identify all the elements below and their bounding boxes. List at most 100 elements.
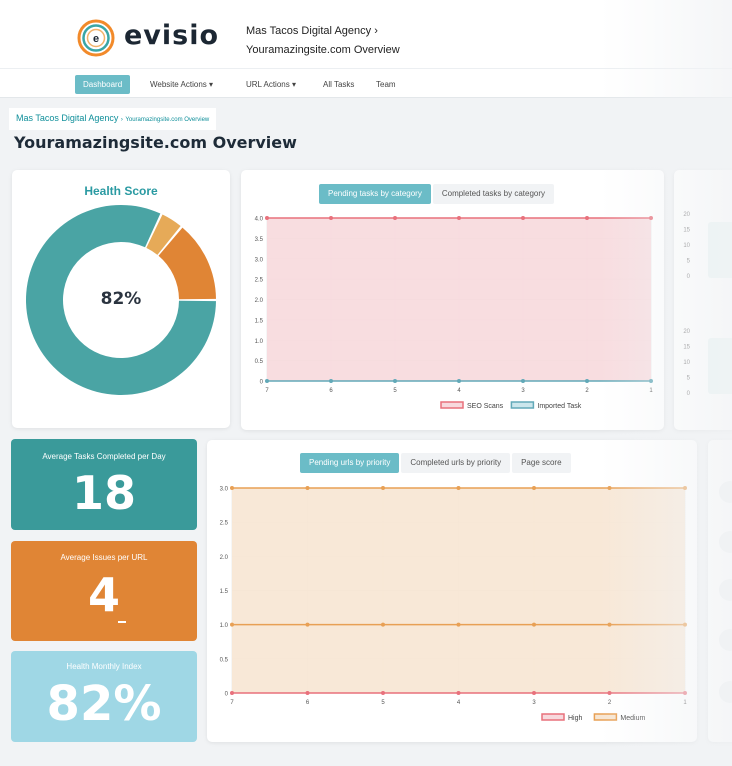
stat-avg-tasks: Average Tasks Completed per Day 18: [11, 439, 197, 530]
nav-dashboard-label: Dashboard: [83, 80, 123, 89]
stat-health-monthly-label: Health Monthly Index: [66, 662, 142, 671]
series-point: [265, 216, 269, 220]
stat-avg-issues: Average Issues per URL 4: [11, 541, 197, 641]
health-score-card: Health Score 82%: [12, 170, 230, 428]
header-site-overview[interactable]: Youramazingsite.com Overview: [246, 41, 400, 60]
series-point: [305, 691, 310, 695]
header-breadcrumb: Mas Tacos Digital Agency › Youramazingsi…: [246, 22, 400, 60]
series-point: [393, 216, 397, 220]
series-point: [381, 486, 385, 490]
partial-bar: [708, 338, 732, 394]
breadcrumb-agency[interactable]: Mas Tacos Digital Agency: [16, 113, 118, 123]
y-tick-label: 4.0: [255, 217, 264, 223]
y-tick-label: 2.5: [220, 521, 229, 527]
series-point: [683, 691, 687, 695]
series-point: [305, 486, 310, 490]
stat-avg-issues-label: Average Issues per URL: [60, 553, 148, 562]
tasks-chart-card: Pending tasks by category Completed task…: [241, 170, 664, 430]
stat-avg-issues-underline: [118, 621, 126, 623]
series-point: [305, 622, 310, 627]
series-point: [521, 379, 525, 383]
legend-label: Imported Task: [537, 403, 581, 410]
partial-y-tick: 20: [683, 329, 690, 335]
series-point: [265, 379, 269, 383]
series-point: [683, 622, 687, 627]
partial-y-tick: 10: [683, 360, 690, 366]
partial-y-tick: 10: [683, 243, 690, 249]
nav-dashboard[interactable]: Dashboard: [75, 75, 131, 94]
nav-team[interactable]: Team: [368, 75, 404, 94]
top-header: e evisio Mas Tacos Digital Agency › Your…: [0, 0, 732, 68]
header-agency-link[interactable]: Mas Tacos Digital Agency: [246, 25, 371, 37]
x-tick-label: 3: [532, 700, 536, 706]
x-tick-label: 3: [521, 388, 525, 394]
series-point: [329, 216, 333, 220]
nav-url-actions[interactable]: URL Actions ▾: [238, 75, 304, 94]
series-point: [607, 622, 612, 627]
x-tick-label: 2: [585, 388, 589, 394]
series-point: [532, 622, 536, 627]
legend-label: SEO Scans: [467, 403, 504, 410]
y-tick-label: 2.5: [255, 278, 264, 284]
x-tick-label: 4: [457, 700, 461, 706]
pending-tasks-chart: 0 0.5 1.0 1.5 2.0 2.5 3.0 3.5 4.0 7 6 5 4 3 2 1 SEO Scan…: [255, 216, 653, 410]
stat-health-monthly: Health Monthly Index 82%: [11, 651, 197, 742]
brand-name: evisio: [124, 20, 220, 51]
partial-list-card: [708, 440, 732, 742]
x-tick-label: 1: [683, 700, 687, 706]
series-point: [607, 691, 612, 695]
legend-label: Medium: [620, 715, 645, 722]
series-point: [381, 691, 385, 695]
partial-list-icons: [719, 481, 732, 703]
x-tick-label: 1: [649, 388, 653, 394]
y-tick-label: 1.5: [255, 318, 264, 324]
breadcrumb: Mas Tacos Digital Agency › Youramazingsi…: [9, 108, 217, 130]
nav-all-tasks[interactable]: All Tasks: [315, 75, 362, 94]
breadcrumb-page[interactable]: Youramazingsite.com Overview: [125, 117, 209, 123]
legend-swatch: [541, 713, 565, 721]
list-avatar-icon: [719, 531, 732, 553]
y-tick-label: 0: [225, 692, 229, 698]
x-tick-label: 6: [306, 700, 310, 706]
health-score-value: 82%: [100, 289, 142, 309]
legend-label: High: [568, 715, 583, 722]
page-title: Youramazingsite.com Overview: [14, 133, 297, 152]
partial-y-tick: 5: [687, 376, 691, 382]
y-tick-label: 0.5: [220, 657, 229, 663]
partial-bar: [708, 222, 732, 278]
series-point: [532, 486, 536, 490]
series-point: [585, 216, 589, 220]
stat-health-monthly-value: 82%: [46, 676, 162, 732]
series-point: [456, 691, 461, 695]
y-tick-label: 3.0: [255, 257, 264, 263]
series-point: [521, 216, 525, 220]
y-tick-label: 0: [260, 380, 264, 386]
chevron-down-icon: ▾: [291, 80, 296, 89]
x-tick-label: 4: [457, 388, 461, 394]
series-point: [456, 486, 461, 490]
list-avatar-icon: [719, 481, 732, 503]
legend-swatch: [440, 401, 464, 409]
partial-y-tick: 0: [687, 274, 691, 280]
partial-y-tick: 5: [687, 259, 691, 265]
list-avatar-icon: [719, 579, 732, 601]
y-tick-label: 1.5: [220, 589, 229, 595]
series-area: [232, 488, 685, 693]
stat-avg-tasks-label: Average Tasks Completed per Day: [42, 452, 166, 461]
header-separator: ›: [374, 25, 378, 37]
evisio-logo[interactable]: e evisio: [76, 18, 226, 58]
nav-url-actions-label: URL Actions: [246, 80, 290, 89]
series-point: [457, 216, 461, 220]
nav-website-actions[interactable]: Website Actions ▾: [142, 75, 221, 94]
partial-y-tick: 0: [687, 391, 691, 397]
y-tick-label: 1.0: [220, 623, 229, 629]
series-point: [230, 622, 234, 627]
legend-swatch: [510, 401, 535, 409]
main-nav: Dashboard Website Actions ▾ URL Actions …: [0, 68, 732, 98]
y-tick-label: 3.5: [255, 237, 264, 243]
nav-website-actions-label: Website Actions: [150, 80, 207, 89]
series-point: [393, 379, 397, 383]
y-tick-label: 1.0: [255, 339, 264, 345]
nav-team-label: Team: [376, 80, 396, 89]
list-avatar-icon: [719, 629, 732, 651]
